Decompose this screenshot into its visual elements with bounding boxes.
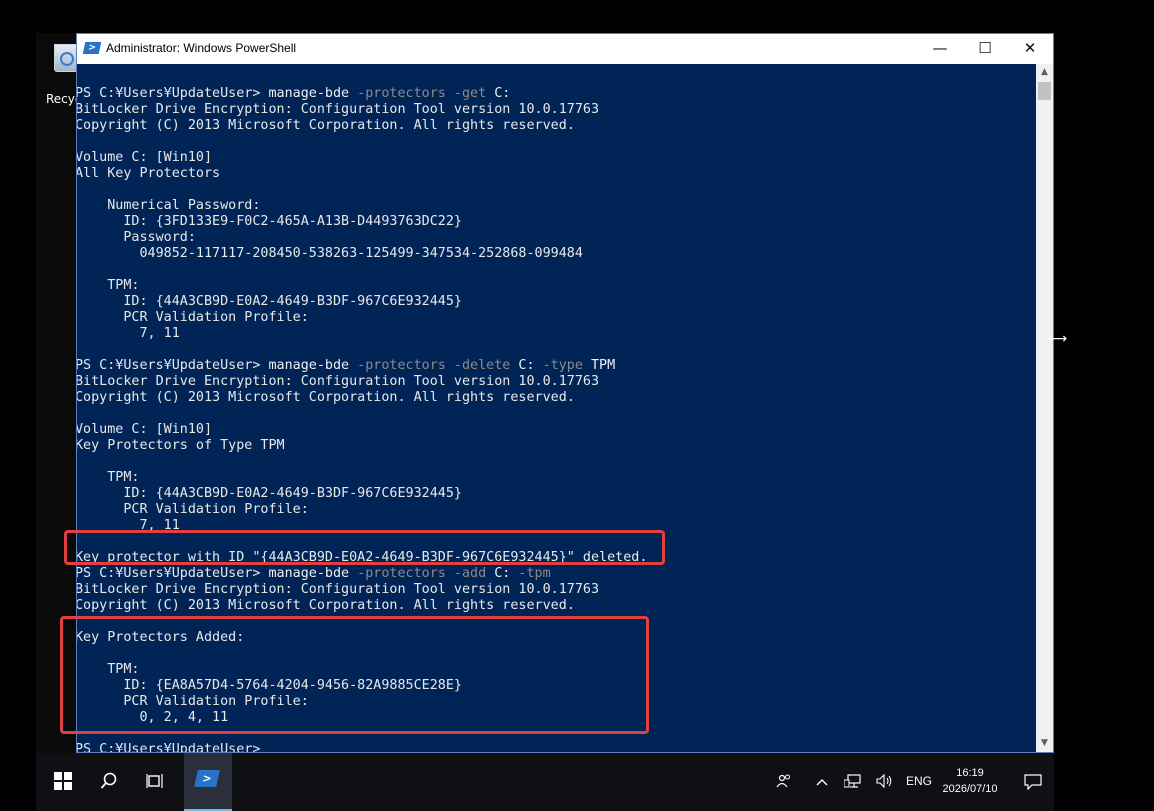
taskbar: > ENG 16:19 2026/07/10 <box>36 753 1054 811</box>
console-line: ID: {44A3CB9D-E0A2-4649-B3DF-967C6E93244… <box>77 294 462 309</box>
close-button[interactable]: ✕ <box>1007 34 1053 64</box>
console-line: PS C:¥Users¥UpdateUser> manage-bde -prot… <box>77 566 551 582</box>
command-arg: -type <box>534 358 583 373</box>
network-icon[interactable] <box>842 753 864 811</box>
command-arg: -protectors -get <box>349 86 487 101</box>
command-text: manage-bde <box>268 86 350 101</box>
window-title: Administrator: Windows PowerShell <box>106 41 297 55</box>
clock-date: 2026/07/10 <box>942 783 998 795</box>
title-bar[interactable]: > Administrator: Windows PowerShell — ☐ … <box>77 34 1053 64</box>
powershell-icon: > <box>82 42 102 54</box>
maximize-button[interactable]: ☐ <box>962 34 1008 64</box>
language-indicator[interactable]: ENG <box>902 753 936 811</box>
console-line: BitLocker Drive Encryption: Configuratio… <box>77 582 600 597</box>
console-line: 049852-117117-208450-538263-125499-34753… <box>77 246 583 261</box>
windows-logo-icon[interactable] <box>40 753 86 811</box>
console-line: TPM: <box>77 278 140 293</box>
powershell-icon: > <box>194 770 220 787</box>
console-line: Copyright (C) 2013 Microsoft Corporation… <box>77 598 575 613</box>
command-arg: TPM <box>582 358 616 373</box>
command-arg: -tpm <box>510 566 551 581</box>
minimize-button[interactable]: — <box>917 34 963 64</box>
volume-icon[interactable] <box>874 753 896 811</box>
clock-time: 16:19 <box>956 767 984 779</box>
command-text: manage-bde <box>268 358 350 373</box>
console-line: ID: {44A3CB9D-E0A2-4649-B3DF-967C6E93244… <box>77 486 462 501</box>
scroll-up-icon[interactable]: ▲ <box>1036 64 1053 81</box>
console-line: PS C:¥Users¥UpdateUser> manage-bde -prot… <box>77 358 615 374</box>
resize-cursor-icon: ⟷ <box>1047 331 1068 347</box>
recycle-bin-icon[interactable] <box>54 44 78 72</box>
console-line: Copyright (C) 2013 Microsoft Corporation… <box>77 390 575 405</box>
command-text: manage-bde <box>268 566 350 581</box>
prompt-text: PS C:¥Users¥UpdateUser> <box>77 358 269 373</box>
console-line: ID: {3FD133E9-F0C2-465A-A13B-D4493763DC2… <box>77 214 462 229</box>
scroll-down-icon[interactable]: ▼ <box>1036 735 1053 752</box>
console-line: Copyright (C) 2013 Microsoft Corporation… <box>77 118 575 133</box>
search-icon[interactable] <box>86 753 132 811</box>
prompt-text: PS C:¥Users¥UpdateUser> <box>77 86 269 101</box>
highlight-deleted <box>64 530 665 565</box>
console-line: Volume C: [Win10] <box>77 150 213 165</box>
prompt-text: PS C:¥Users¥UpdateUser> <box>77 566 269 581</box>
console-line: PS C:¥Users¥UpdateUser> manage-bde -prot… <box>77 86 510 102</box>
console-line: Volume C: [Win10] <box>77 422 213 437</box>
clock[interactable]: 16:19 2026/07/10 <box>938 765 1002 797</box>
vertical-scrollbar[interactable]: ▲ ▼ <box>1036 64 1053 752</box>
highlight-added <box>60 616 649 734</box>
console-line: BitLocker Drive Encryption: Configuratio… <box>77 374 600 389</box>
command-arg: C: <box>486 86 511 101</box>
console-line: Numerical Password: <box>77 198 261 213</box>
console-line: PCR Validation Profile: <box>77 502 309 517</box>
command-arg: -protectors -delete <box>349 358 511 373</box>
command-arg: -protectors -add <box>349 566 487 581</box>
powershell-taskbar-button[interactable]: > <box>184 753 232 811</box>
console-line: Password: <box>77 230 196 245</box>
command-arg: C: <box>510 358 535 373</box>
console-line: TPM: <box>77 470 140 485</box>
console-line: PCR Validation Profile: <box>77 310 309 325</box>
console-line: All Key Protectors <box>77 166 221 181</box>
notification-icon[interactable] <box>1018 753 1048 811</box>
console-line: BitLocker Drive Encryption: Configuratio… <box>77 102 600 117</box>
task-view-icon[interactable] <box>132 753 178 811</box>
chevron-up-icon[interactable] <box>812 753 832 811</box>
console-line: 7, 11 <box>77 326 180 341</box>
console-line: Key Protectors of Type TPM <box>77 438 285 453</box>
scroll-thumb[interactable] <box>1038 82 1051 100</box>
people-icon[interactable] <box>772 753 796 811</box>
console-line: PS C:¥Users¥UpdateUser> <box>77 742 261 752</box>
command-arg: C: <box>486 566 511 581</box>
